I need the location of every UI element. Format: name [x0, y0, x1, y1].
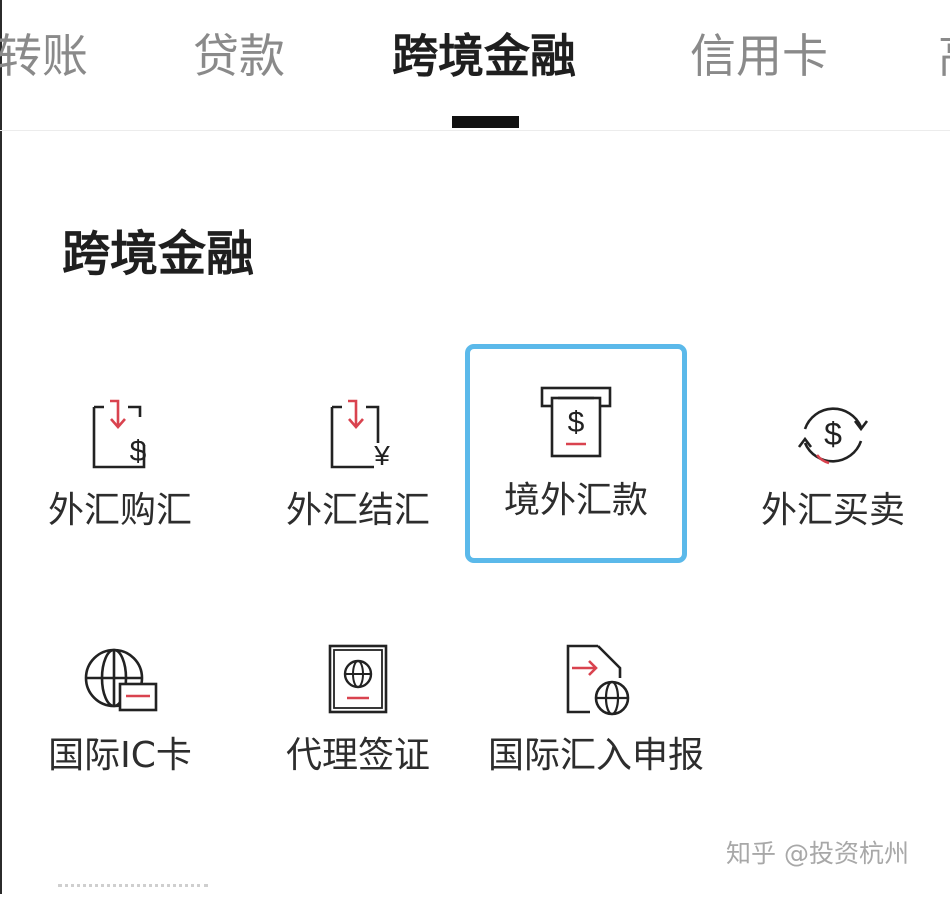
item-label: 境外汇款 [503, 480, 648, 521]
svg-text:¥: ¥ [373, 440, 390, 471]
atm-dollar-icon: $ [540, 386, 612, 458]
item-label: 外汇买卖 [760, 490, 905, 531]
item-forex-purchase[interactable]: $ 外汇购汇 [5, 355, 235, 565]
item-forex-trading[interactable]: $ 外汇买卖 [718, 355, 948, 565]
window-left-edge [0, 0, 2, 894]
dollar-exchange-icon: $ [797, 407, 869, 465]
item-label: 代理签证 [285, 735, 430, 776]
item-label: 外汇购汇 [47, 490, 192, 531]
item-overseas-remittance[interactable]: $ 境外汇款 [465, 344, 687, 563]
tabs-divider [0, 130, 950, 131]
receipt-yen-icon: ¥ [330, 399, 390, 471]
svg-text:$: $ [824, 416, 842, 452]
section-title: 跨境金融 [62, 226, 255, 282]
item-international-ic-card[interactable]: 国际IC卡 [5, 600, 235, 810]
tab-transfer[interactable]: 转账 [0, 26, 88, 86]
tab-credit-card[interactable]: 信用卡 [690, 26, 828, 86]
top-tab-bar: 转账 贷款 跨境金融 信用卡 高 [0, 0, 950, 130]
document-globe-icon [566, 644, 630, 716]
watermark: 知乎 @投资杭州 [726, 839, 909, 868]
item-inward-remittance-declaration[interactable]: 国际汇入申报 [481, 600, 711, 810]
tab-loans[interactable]: 贷款 [193, 26, 285, 86]
partially-visible-text [58, 884, 208, 897]
item-label: 外汇结汇 [285, 490, 430, 531]
tab-cross-border-finance[interactable]: 跨境金融 [392, 26, 576, 86]
receipt-dollar-icon: $ [92, 399, 147, 469]
item-visa-agency[interactable]: 代理签证 [243, 600, 473, 810]
tab-next-partial[interactable]: 高 [938, 26, 950, 86]
item-label: 国际汇入申报 [487, 735, 704, 776]
svg-text:$: $ [568, 406, 585, 439]
svg-text:$: $ [130, 435, 147, 468]
active-tab-indicator [452, 116, 519, 128]
item-forex-settlement[interactable]: ¥ 外汇结汇 [243, 355, 473, 565]
item-label: 国际IC卡 [48, 735, 192, 776]
globe-card-icon [84, 648, 158, 712]
passport-icon [328, 644, 388, 714]
